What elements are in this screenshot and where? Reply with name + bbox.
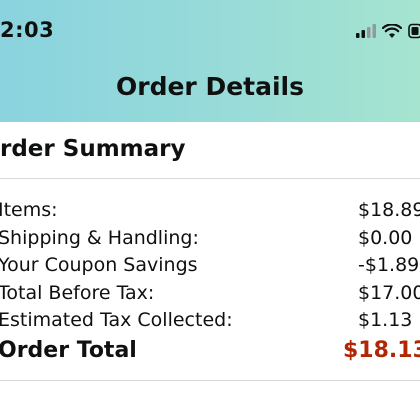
cellular-signal-icon bbox=[356, 24, 376, 38]
page-title: Order Details bbox=[115, 72, 304, 101]
wifi-icon bbox=[382, 23, 402, 38]
row-label: Your Coupon Savings bbox=[0, 254, 198, 276]
status-time: 2:03 bbox=[0, 18, 55, 42]
summary-row-items: Items: $18.89 bbox=[0, 197, 420, 225]
header-bar: 2:03 Order Details bbox=[0, 0, 420, 122]
status-icons bbox=[356, 22, 420, 40]
summary-row-before-tax: Total Before Tax: $17.00 bbox=[0, 280, 420, 308]
divider bbox=[0, 178, 420, 179]
row-value: -$1.89 bbox=[358, 254, 420, 276]
row-value: $0.00 bbox=[358, 226, 413, 249]
section-title-order-summary: rder Summary bbox=[0, 136, 186, 162]
summary-row-shipping: Shipping & Handling: $0.00 bbox=[0, 225, 420, 253]
order-summary-list: Items: $18.89 Shipping & Handling: $0.00… bbox=[0, 197, 420, 365]
summary-row-order-total: Order Total $18.13 bbox=[0, 335, 420, 366]
battery-icon bbox=[408, 23, 420, 39]
summary-row-coupon: Your Coupon Savings -$1.89 bbox=[0, 252, 420, 280]
row-value: $1.13 bbox=[358, 309, 413, 331]
row-label: Total Before Tax: bbox=[0, 281, 155, 304]
row-value: $17.00 bbox=[358, 281, 420, 304]
row-label: Items: bbox=[0, 199, 58, 221]
order-total-value: $18.13 bbox=[343, 337, 420, 363]
row-value: $18.89 bbox=[358, 199, 420, 221]
row-label: Estimated Tax Collected: bbox=[0, 309, 233, 331]
row-label: Shipping & Handling: bbox=[0, 226, 199, 249]
order-total-label: Order Total bbox=[0, 337, 137, 363]
summary-row-tax: Estimated Tax Collected: $1.13 bbox=[0, 307, 420, 335]
divider bbox=[0, 380, 420, 381]
